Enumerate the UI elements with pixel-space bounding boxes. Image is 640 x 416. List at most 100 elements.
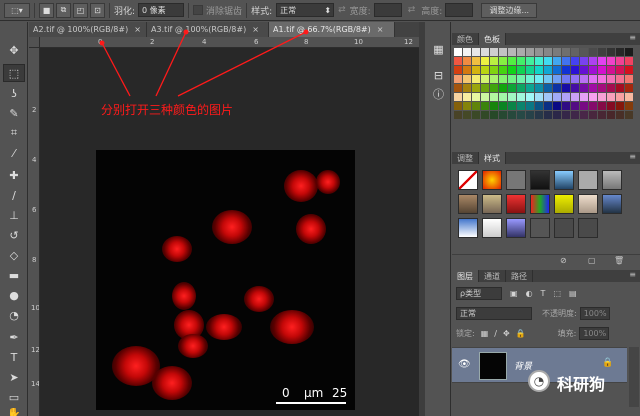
swatch[interactable] <box>517 102 525 110</box>
swatch[interactable] <box>571 57 579 65</box>
swatch[interactable] <box>589 93 597 101</box>
swatch[interactable] <box>589 57 597 65</box>
swatch[interactable] <box>481 102 489 110</box>
swatch[interactable] <box>580 57 588 65</box>
style-thumbnail[interactable] <box>458 170 478 190</box>
swatch[interactable] <box>580 66 588 74</box>
swatch[interactable] <box>544 84 552 92</box>
swatch[interactable] <box>616 57 624 65</box>
swatch[interactable] <box>616 66 624 74</box>
swatch[interactable] <box>553 102 561 110</box>
lock-move-icon[interactable]: ✥ <box>503 329 510 338</box>
swatch[interactable] <box>616 102 624 110</box>
swatch[interactable] <box>571 75 579 83</box>
swatch[interactable] <box>499 111 507 119</box>
swatch[interactable] <box>535 75 543 83</box>
swatch[interactable] <box>625 84 633 92</box>
swatch[interactable] <box>616 93 624 101</box>
swatch[interactable] <box>490 75 498 83</box>
swatch[interactable] <box>598 102 606 110</box>
filter-smart-icon[interactable]: ▤ <box>569 289 577 298</box>
eye-icon[interactable]: 👁 <box>458 359 471 370</box>
swatch[interactable] <box>526 57 534 65</box>
lock-all-icon[interactable]: 🔒 <box>516 329 526 338</box>
swatch[interactable] <box>463 111 471 119</box>
info-panel-icon[interactable]: ⓘ <box>430 86 447 101</box>
swatch[interactable] <box>526 93 534 101</box>
swatch[interactable] <box>472 48 480 56</box>
panel-menu-icon[interactable]: ≡ <box>629 270 640 282</box>
swatch[interactable] <box>544 48 552 56</box>
opacity-input[interactable]: 100% <box>579 306 610 320</box>
swatch[interactable] <box>517 111 525 119</box>
swatch[interactable] <box>499 102 507 110</box>
swatch[interactable] <box>589 84 597 92</box>
swatch[interactable] <box>589 102 597 110</box>
swatch[interactable] <box>454 57 462 65</box>
swatch[interactable] <box>481 84 489 92</box>
swatch[interactable] <box>598 48 606 56</box>
style-thumbnail[interactable] <box>530 218 550 238</box>
swatch[interactable] <box>607 102 615 110</box>
swatch[interactable] <box>571 66 579 74</box>
style-thumbnail[interactable] <box>482 170 502 190</box>
style-thumbnail[interactable] <box>554 170 574 190</box>
filter-shape-icon[interactable]: ⬚ <box>553 289 561 298</box>
swatch[interactable] <box>517 84 525 92</box>
swatch[interactable] <box>598 93 606 101</box>
swatch[interactable] <box>544 75 552 83</box>
swatch[interactable] <box>454 84 462 92</box>
swatch[interactable] <box>472 102 480 110</box>
swatch[interactable] <box>454 111 462 119</box>
swatch[interactable] <box>589 75 597 83</box>
swatch[interactable] <box>544 111 552 119</box>
swatch[interactable] <box>499 57 507 65</box>
tab-color[interactable]: 颜色 <box>452 33 479 45</box>
swatch[interactable] <box>499 84 507 92</box>
layer-filter-select[interactable]: ρ类型 <box>456 286 502 300</box>
lock-paint-icon[interactable]: ∕ <box>494 329 497 338</box>
swatch[interactable] <box>463 57 471 65</box>
tab-layers[interactable]: 图层 <box>452 270 479 282</box>
tab-adjustments[interactable]: 调整 <box>452 152 479 164</box>
swatch[interactable] <box>463 48 471 56</box>
swatch[interactable] <box>562 66 570 74</box>
swatch[interactable] <box>508 48 516 56</box>
swatch[interactable] <box>598 111 606 119</box>
swatch[interactable] <box>580 48 588 56</box>
swatch[interactable] <box>562 102 570 110</box>
filter-adjust-icon[interactable]: ◐ <box>526 289 533 298</box>
swatch[interactable] <box>454 102 462 110</box>
swatch[interactable] <box>481 48 489 56</box>
swatch[interactable] <box>472 57 480 65</box>
swatch[interactable] <box>499 75 507 83</box>
style-thumbnail[interactable] <box>530 194 550 214</box>
swatch[interactable] <box>607 111 615 119</box>
swatch[interactable] <box>535 111 543 119</box>
new-style-icon[interactable]: ▢ <box>588 256 596 265</box>
style-thumbnail[interactable] <box>578 218 598 238</box>
swatch[interactable] <box>508 111 516 119</box>
style-thumbnail[interactable] <box>458 194 478 214</box>
tab-paths[interactable]: 路径 <box>506 270 533 282</box>
swatch[interactable] <box>526 102 534 110</box>
swatch[interactable] <box>535 66 543 74</box>
swatch[interactable] <box>598 66 606 74</box>
swatch[interactable] <box>526 75 534 83</box>
style-thumbnail[interactable] <box>602 194 622 214</box>
swatch[interactable] <box>490 102 498 110</box>
swatch[interactable] <box>535 102 543 110</box>
swatch[interactable] <box>472 111 480 119</box>
style-thumbnail[interactable] <box>530 170 550 190</box>
filter-pixel-icon[interactable]: ▣ <box>510 289 518 298</box>
swatch[interactable] <box>589 111 597 119</box>
swatch[interactable] <box>553 48 561 56</box>
swatch[interactable] <box>625 102 633 110</box>
blend-mode-select[interactable]: 正常 <box>456 306 532 320</box>
swatch[interactable] <box>616 48 624 56</box>
swatch[interactable] <box>607 48 615 56</box>
swatch[interactable] <box>544 93 552 101</box>
swatch[interactable] <box>607 66 615 74</box>
swatch[interactable] <box>517 57 525 65</box>
swatch[interactable] <box>508 57 516 65</box>
